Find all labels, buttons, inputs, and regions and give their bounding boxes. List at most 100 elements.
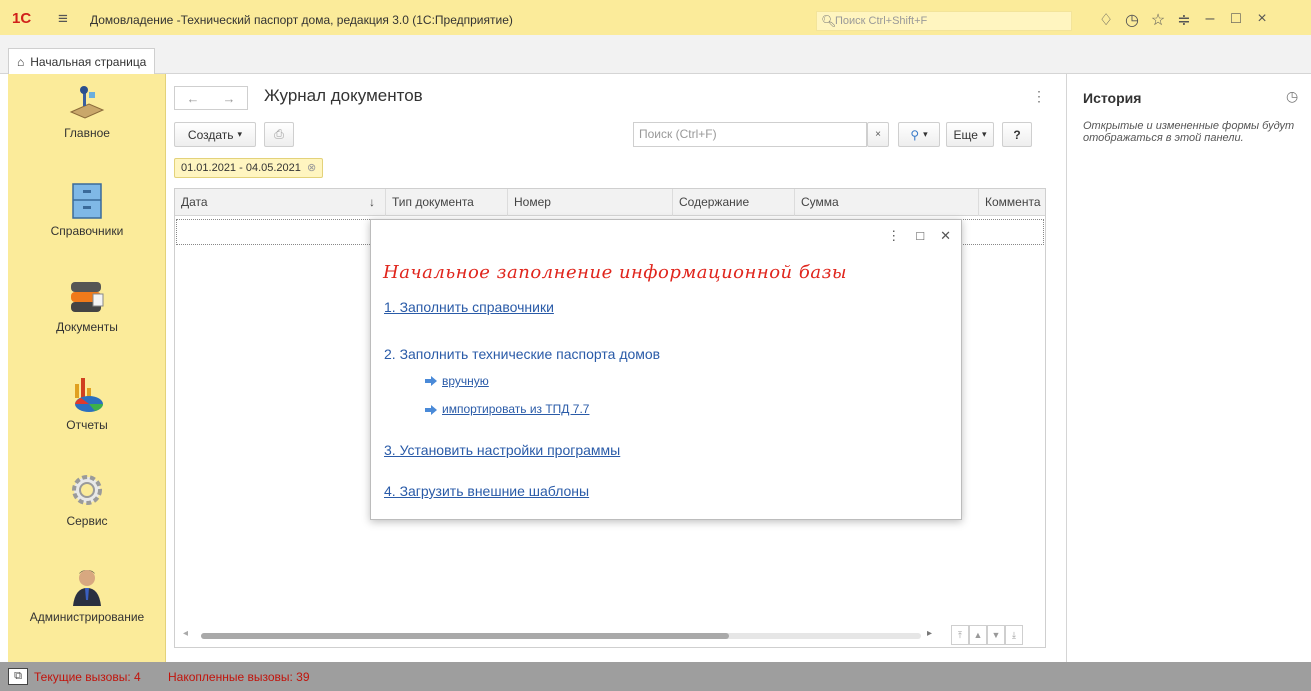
column-header-date[interactable]: Дата ↓ [175, 189, 386, 216]
main-menu-icon[interactable]: ≡ [58, 9, 68, 29]
sidebar-item-label: Отчеты [66, 418, 108, 432]
sidebar-item-label: Документы [56, 320, 118, 334]
sidebar-item-label: Администрирование [29, 610, 145, 624]
column-header-sum[interactable]: Сумма [795, 189, 979, 216]
magnifier-icon: ⚲ [910, 127, 920, 142]
prev-row-icon[interactable]: ▲ [969, 625, 987, 645]
status-bar: ⧉ Текущие вызовы: 4 Накопленные вызовы: … [0, 662, 1311, 691]
cabinet-icon [67, 180, 107, 220]
column-label: Сумма [801, 195, 839, 209]
app-logo[interactable]: 1C [12, 10, 31, 27]
sidebar-item-administration[interactable]: Администрирование [8, 566, 166, 624]
sidebar-item-documents[interactable]: Документы [8, 276, 166, 334]
period-filter[interactable]: 01.01.2021 - 04.05.2021 ⊗ [174, 158, 324, 178]
dialog-title: Начальное заполнение информационной базы [383, 262, 848, 283]
column-label: Содержание [679, 195, 750, 209]
tab-bar: ⌂ Начальная страница [0, 48, 1311, 74]
arrow-right-icon [425, 375, 437, 386]
table-header: Дата ↓ Тип документа Номер Содержание Су… [175, 189, 1045, 216]
dialog-close-icon[interactable]: ✕ [940, 228, 951, 244]
back-arrow-icon[interactable]: ← [187, 91, 200, 106]
find-button[interactable]: ⚲ ▾ [898, 122, 940, 147]
sidebar-item-catalogs[interactable]: Справочники [8, 180, 166, 238]
documents-icon [67, 276, 107, 316]
load-templates-link[interactable]: 4. Загрузить внешние шаблоны [384, 483, 589, 499]
current-calls: Текущие вызовы: 4 [34, 670, 141, 684]
fill-catalogs-link[interactable]: 1. Заполнить справочники [384, 299, 554, 315]
horizontal-scrollbar[interactable]: ◂ ▸ ⤒ ▲ ▼ ⤓ [175, 625, 1045, 647]
column-header-comment[interactable]: Коммента [979, 189, 1045, 216]
star-icon[interactable]: ☆ [1145, 10, 1171, 30]
manual-fill-link[interactable]: вручную [442, 374, 489, 388]
history-title: История [1083, 90, 1142, 106]
dialog-maximize-icon[interactable]: □ [916, 228, 924, 244]
tab-home-label: Начальная страница [30, 54, 147, 69]
help-button-label: ? [1013, 127, 1021, 142]
admin-icon [67, 566, 107, 606]
create-button[interactable]: Создать ▾ [174, 122, 256, 147]
more-button[interactable]: Еще ▾ [946, 122, 994, 147]
print-button[interactable]: ⎙ [264, 122, 294, 147]
bell-icon[interactable]: ♢ [1093, 10, 1119, 30]
first-row-icon[interactable]: ⤒ [951, 625, 969, 645]
home-icon: ⌂ [17, 54, 25, 69]
scroll-left-icon[interactable]: ◂ [183, 628, 188, 639]
column-label: Коммента [985, 195, 1041, 209]
last-row-icon[interactable]: ⤓ [1005, 625, 1023, 645]
desk-lamp-icon [67, 82, 107, 122]
nav-buttons: ← → [174, 86, 248, 110]
search-placeholder: Поиск (Ctrl+F) [639, 127, 717, 141]
create-button-label: Создать [187, 127, 234, 142]
titlebar-actions: ♢ ◷ ☆ ≑ – □ × [1093, 10, 1275, 30]
title-bar: 1C ≡ Домовладение -Технический паспорт д… [0, 0, 1311, 35]
scroll-thumb[interactable] [201, 633, 729, 639]
arrow-right-icon [425, 404, 437, 415]
form-menu-icon[interactable]: ⋮ [1032, 88, 1046, 105]
sort-down-icon: ↓ [369, 195, 375, 209]
chart-icon [67, 374, 107, 414]
sidebar-item-reports[interactable]: Отчеты [8, 374, 166, 432]
windows-icon[interactable]: ⧉ [8, 668, 28, 685]
titlebar-gap [0, 35, 1311, 48]
sidebar-item-label: Главное [64, 126, 110, 140]
sidebar-item-label: Справочники [50, 224, 124, 238]
search-input[interactable]: Поиск (Ctrl+F) [633, 122, 867, 147]
scroll-right-icon[interactable]: ▸ [927, 628, 932, 639]
accumulated-calls: Накопленные вызовы: 39 [168, 670, 310, 684]
import-tpd-link[interactable]: импортировать из ТПД 7.7 [442, 402, 589, 416]
history-description: Открытые и измененные формы будут отобра… [1083, 120, 1295, 144]
minimize-icon[interactable]: – [1197, 10, 1223, 30]
initial-fill-dialog: ⋮ □ ✕ Начальное заполнение информационно… [370, 219, 962, 520]
maximize-icon[interactable]: □ [1223, 10, 1249, 30]
help-button[interactable]: ? [1002, 122, 1032, 147]
history-icon[interactable]: ◷ [1286, 88, 1298, 105]
history-icon[interactable]: ◷ [1119, 10, 1145, 30]
column-label: Дата [181, 195, 208, 209]
chevron-down-icon: ▾ [237, 129, 243, 139]
tab-home[interactable]: ⌂ Начальная страница [8, 48, 156, 74]
gear-icon [67, 470, 107, 510]
sidebar-item-main[interactable]: Главное [8, 82, 166, 140]
column-header-number[interactable]: Номер [508, 189, 673, 216]
search-icon: 🔍︎ [821, 14, 837, 28]
clear-search-button[interactable]: × [867, 122, 889, 147]
more-button-label: Еще [953, 127, 978, 142]
next-row-icon[interactable]: ▼ [987, 625, 1005, 645]
forward-arrow-icon[interactable]: → [223, 91, 236, 106]
fill-passports-heading: 2. Заполнить технические паспорта домов [384, 346, 661, 362]
sidebar-item-service[interactable]: Сервис [8, 470, 166, 528]
column-header-content[interactable]: Содержание [673, 189, 795, 216]
page-title: Журнал документов [264, 86, 423, 105]
program-settings-link[interactable]: 3. Установить настройки программы [384, 442, 620, 458]
chevron-down-icon: ▾ [923, 129, 928, 139]
global-search-placeholder: Поиск Ctrl+Shift+F [835, 15, 928, 27]
global-search-input[interactable]: 🔍︎ Поиск Ctrl+Shift+F [816, 11, 1072, 31]
dialog-menu-icon[interactable]: ⋮ [887, 228, 900, 244]
history-panel: История ◷ Открытые и измененные формы бу… [1066, 74, 1311, 662]
close-icon[interactable]: × [1249, 10, 1275, 30]
printer-icon: ⎙ [274, 127, 284, 141]
window-title: Домовладение -Технический паспорт дома, … [90, 13, 513, 27]
settings-menu-icon[interactable]: ≑ [1171, 10, 1197, 30]
clear-period-icon[interactable]: ⊗ [307, 162, 316, 174]
column-header-doc-type[interactable]: Тип документа [386, 189, 508, 216]
